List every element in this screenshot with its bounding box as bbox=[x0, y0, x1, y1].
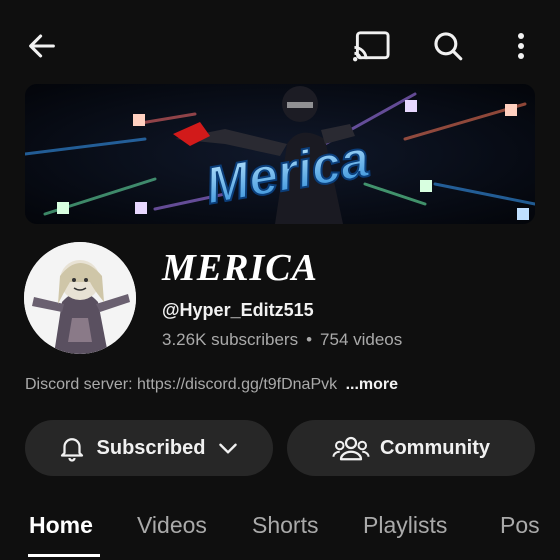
bell-icon bbox=[60, 438, 83, 462]
cast-icon bbox=[353, 31, 390, 62]
back-button[interactable] bbox=[22, 26, 62, 66]
description-text: Discord server: https://discord.gg/t9fDn… bbox=[25, 376, 338, 393]
channel-tabs: Home Videos Shorts Playlists Pos bbox=[0, 500, 560, 560]
top-bar bbox=[0, 0, 560, 90]
community-label: Community bbox=[380, 436, 490, 459]
channel-avatar[interactable] bbox=[24, 242, 136, 354]
subscriber-count: 3.26K subscribers bbox=[162, 330, 299, 349]
video-count: 754 videos bbox=[320, 330, 403, 349]
stats-separator: • bbox=[306, 330, 313, 349]
banner-artwork: Merica bbox=[25, 84, 535, 224]
channel-handle: @Hyper_Editz515 bbox=[162, 300, 314, 320]
tab-posts[interactable]: Pos bbox=[500, 512, 540, 539]
channel-banner: Merica bbox=[25, 84, 535, 224]
active-tab-indicator bbox=[28, 554, 100, 557]
avatar-artwork bbox=[24, 242, 136, 354]
more-options-button[interactable] bbox=[506, 26, 536, 66]
search-button[interactable] bbox=[428, 26, 468, 66]
channel-stats: 3.26K subscribers • 754 videos bbox=[162, 330, 402, 350]
tab-videos[interactable]: Videos bbox=[137, 512, 207, 539]
community-button[interactable]: Community bbox=[287, 420, 535, 476]
subscribed-button[interactable]: Subscribed bbox=[25, 420, 273, 476]
people-icon bbox=[332, 436, 370, 461]
tab-home[interactable]: Home bbox=[29, 512, 93, 539]
chevron-down-icon bbox=[219, 443, 238, 454]
channel-description[interactable]: Discord server: https://discord.gg/t9fDn… bbox=[25, 376, 398, 394]
more-vertical-icon bbox=[518, 33, 524, 59]
search-icon bbox=[434, 32, 463, 61]
arrow-left-icon bbox=[29, 34, 55, 58]
channel-name: MERICA bbox=[162, 247, 318, 289]
tab-shorts[interactable]: Shorts bbox=[252, 512, 318, 539]
description-more-link[interactable]: ...more bbox=[346, 376, 398, 393]
subscribed-label: Subscribed bbox=[96, 436, 206, 459]
cast-button[interactable] bbox=[350, 26, 394, 66]
tab-playlists[interactable]: Playlists bbox=[363, 512, 447, 539]
